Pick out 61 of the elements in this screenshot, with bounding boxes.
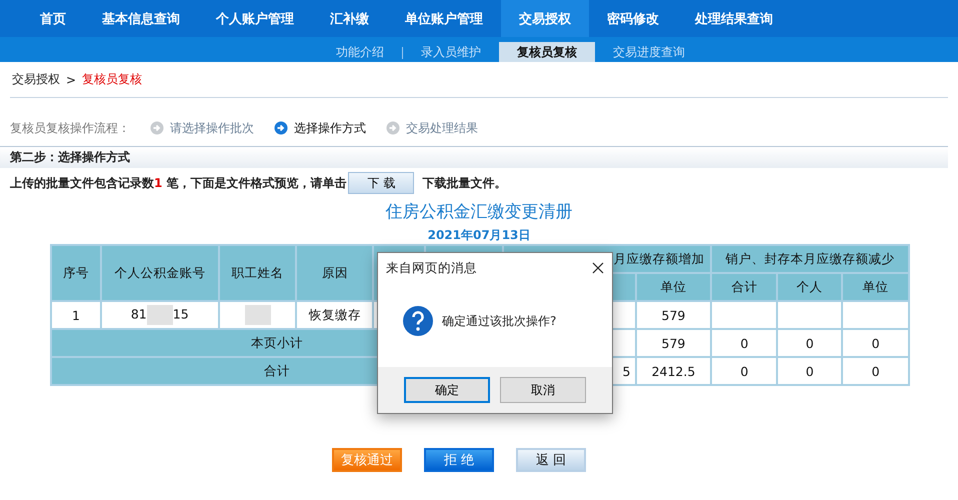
- nav-tab[interactable]: 处理结果查询: [677, 0, 791, 37]
- report-date: 2021年07月13日: [428, 227, 530, 244]
- table-cell: 579: [636, 301, 712, 329]
- dialog-button[interactable]: 确定: [404, 377, 490, 403]
- download-button[interactable]: 下 载: [348, 172, 414, 194]
- column-header: 个人: [777, 273, 842, 301]
- subnav-tab[interactable]: 录入员维护: [403, 42, 499, 62]
- step-title: 第二步：选择操作方式: [10, 149, 130, 166]
- column-header: 序号: [51, 245, 101, 301]
- flow-step: 请选择操作批次: [170, 120, 254, 136]
- blurred-block: [244, 305, 271, 325]
- table-cell: 0: [711, 329, 778, 357]
- column-header: 个人公积金账号: [100, 245, 219, 301]
- subnav-tab[interactable]: 功能介绍: [318, 42, 402, 62]
- nav-tab[interactable]: 单位账户管理: [387, 0, 501, 37]
- subnav-tab[interactable]: 复核员复核: [499, 42, 595, 62]
- info-text: 笔，下面是文件格式预览，请单击: [166, 174, 346, 192]
- breadcrumb-link[interactable]: 交易授权: [12, 71, 60, 88]
- nav-tab[interactable]: 基本信息查询: [84, 0, 198, 37]
- dialog-button[interactable]: 取消: [500, 377, 586, 403]
- table-cell: 0: [842, 357, 909, 385]
- column-header: 销户、封存本月应缴存额减少: [711, 245, 909, 273]
- flow-step: 交易处理结果: [406, 120, 478, 136]
- subnav-tab[interactable]: 交易进度查询: [595, 42, 703, 62]
- info-text: 上传的批量文件包含记录数: [10, 174, 154, 192]
- table-cell: 0: [777, 329, 842, 357]
- table-cell: 0: [842, 329, 909, 357]
- action-button[interactable]: 返 回: [516, 448, 586, 472]
- flow-label: 复核员复核操作流程：: [10, 120, 130, 136]
- info-text: 下载批量文件。: [422, 174, 506, 192]
- close-icon[interactable]: [592, 262, 604, 274]
- table-cell: 2412.5: [636, 357, 712, 385]
- column-header: 合计: [711, 273, 778, 301]
- nav-tab[interactable]: 密码修改: [589, 0, 677, 37]
- dialog-title: 来自网页的消息: [386, 260, 477, 276]
- column-header: 单位: [842, 273, 909, 301]
- column-header: 原因: [296, 245, 374, 301]
- table-cell: 579: [636, 329, 712, 357]
- arrow-circle-icon: [386, 121, 400, 135]
- table-cell: 恢复缴存: [296, 301, 374, 329]
- column-header: 职工姓名: [218, 245, 296, 301]
- dialog-message: 确定通过该批次操作?: [442, 312, 556, 330]
- arrow-circle-icon: [274, 121, 288, 135]
- nav-tab[interactable]: 交易授权: [501, 0, 589, 37]
- record-count: 1: [154, 176, 162, 190]
- breadcrumb-separator: >: [66, 72, 76, 86]
- arrow-circle-icon: [150, 121, 164, 135]
- table-cell: 0: [711, 357, 778, 385]
- breadcrumb-current: 复核员复核: [82, 71, 142, 88]
- report-title: 住房公积金汇缴变更清册: [386, 201, 572, 223]
- blurred-block: [146, 305, 173, 325]
- table-cell: 1: [51, 301, 101, 329]
- action-button[interactable]: 拒 绝: [424, 448, 494, 472]
- question-icon: [402, 305, 434, 337]
- table-cell: 81 15: [100, 301, 219, 329]
- table-cell: 0: [777, 357, 842, 385]
- nav-tab[interactable]: 汇补缴: [312, 0, 387, 37]
- nav-tab[interactable]: 个人账户管理: [198, 0, 312, 37]
- nav-tab[interactable]: 首页: [22, 0, 84, 37]
- flow-step: 选择操作方式: [294, 120, 366, 136]
- column-header: 单位: [636, 273, 712, 301]
